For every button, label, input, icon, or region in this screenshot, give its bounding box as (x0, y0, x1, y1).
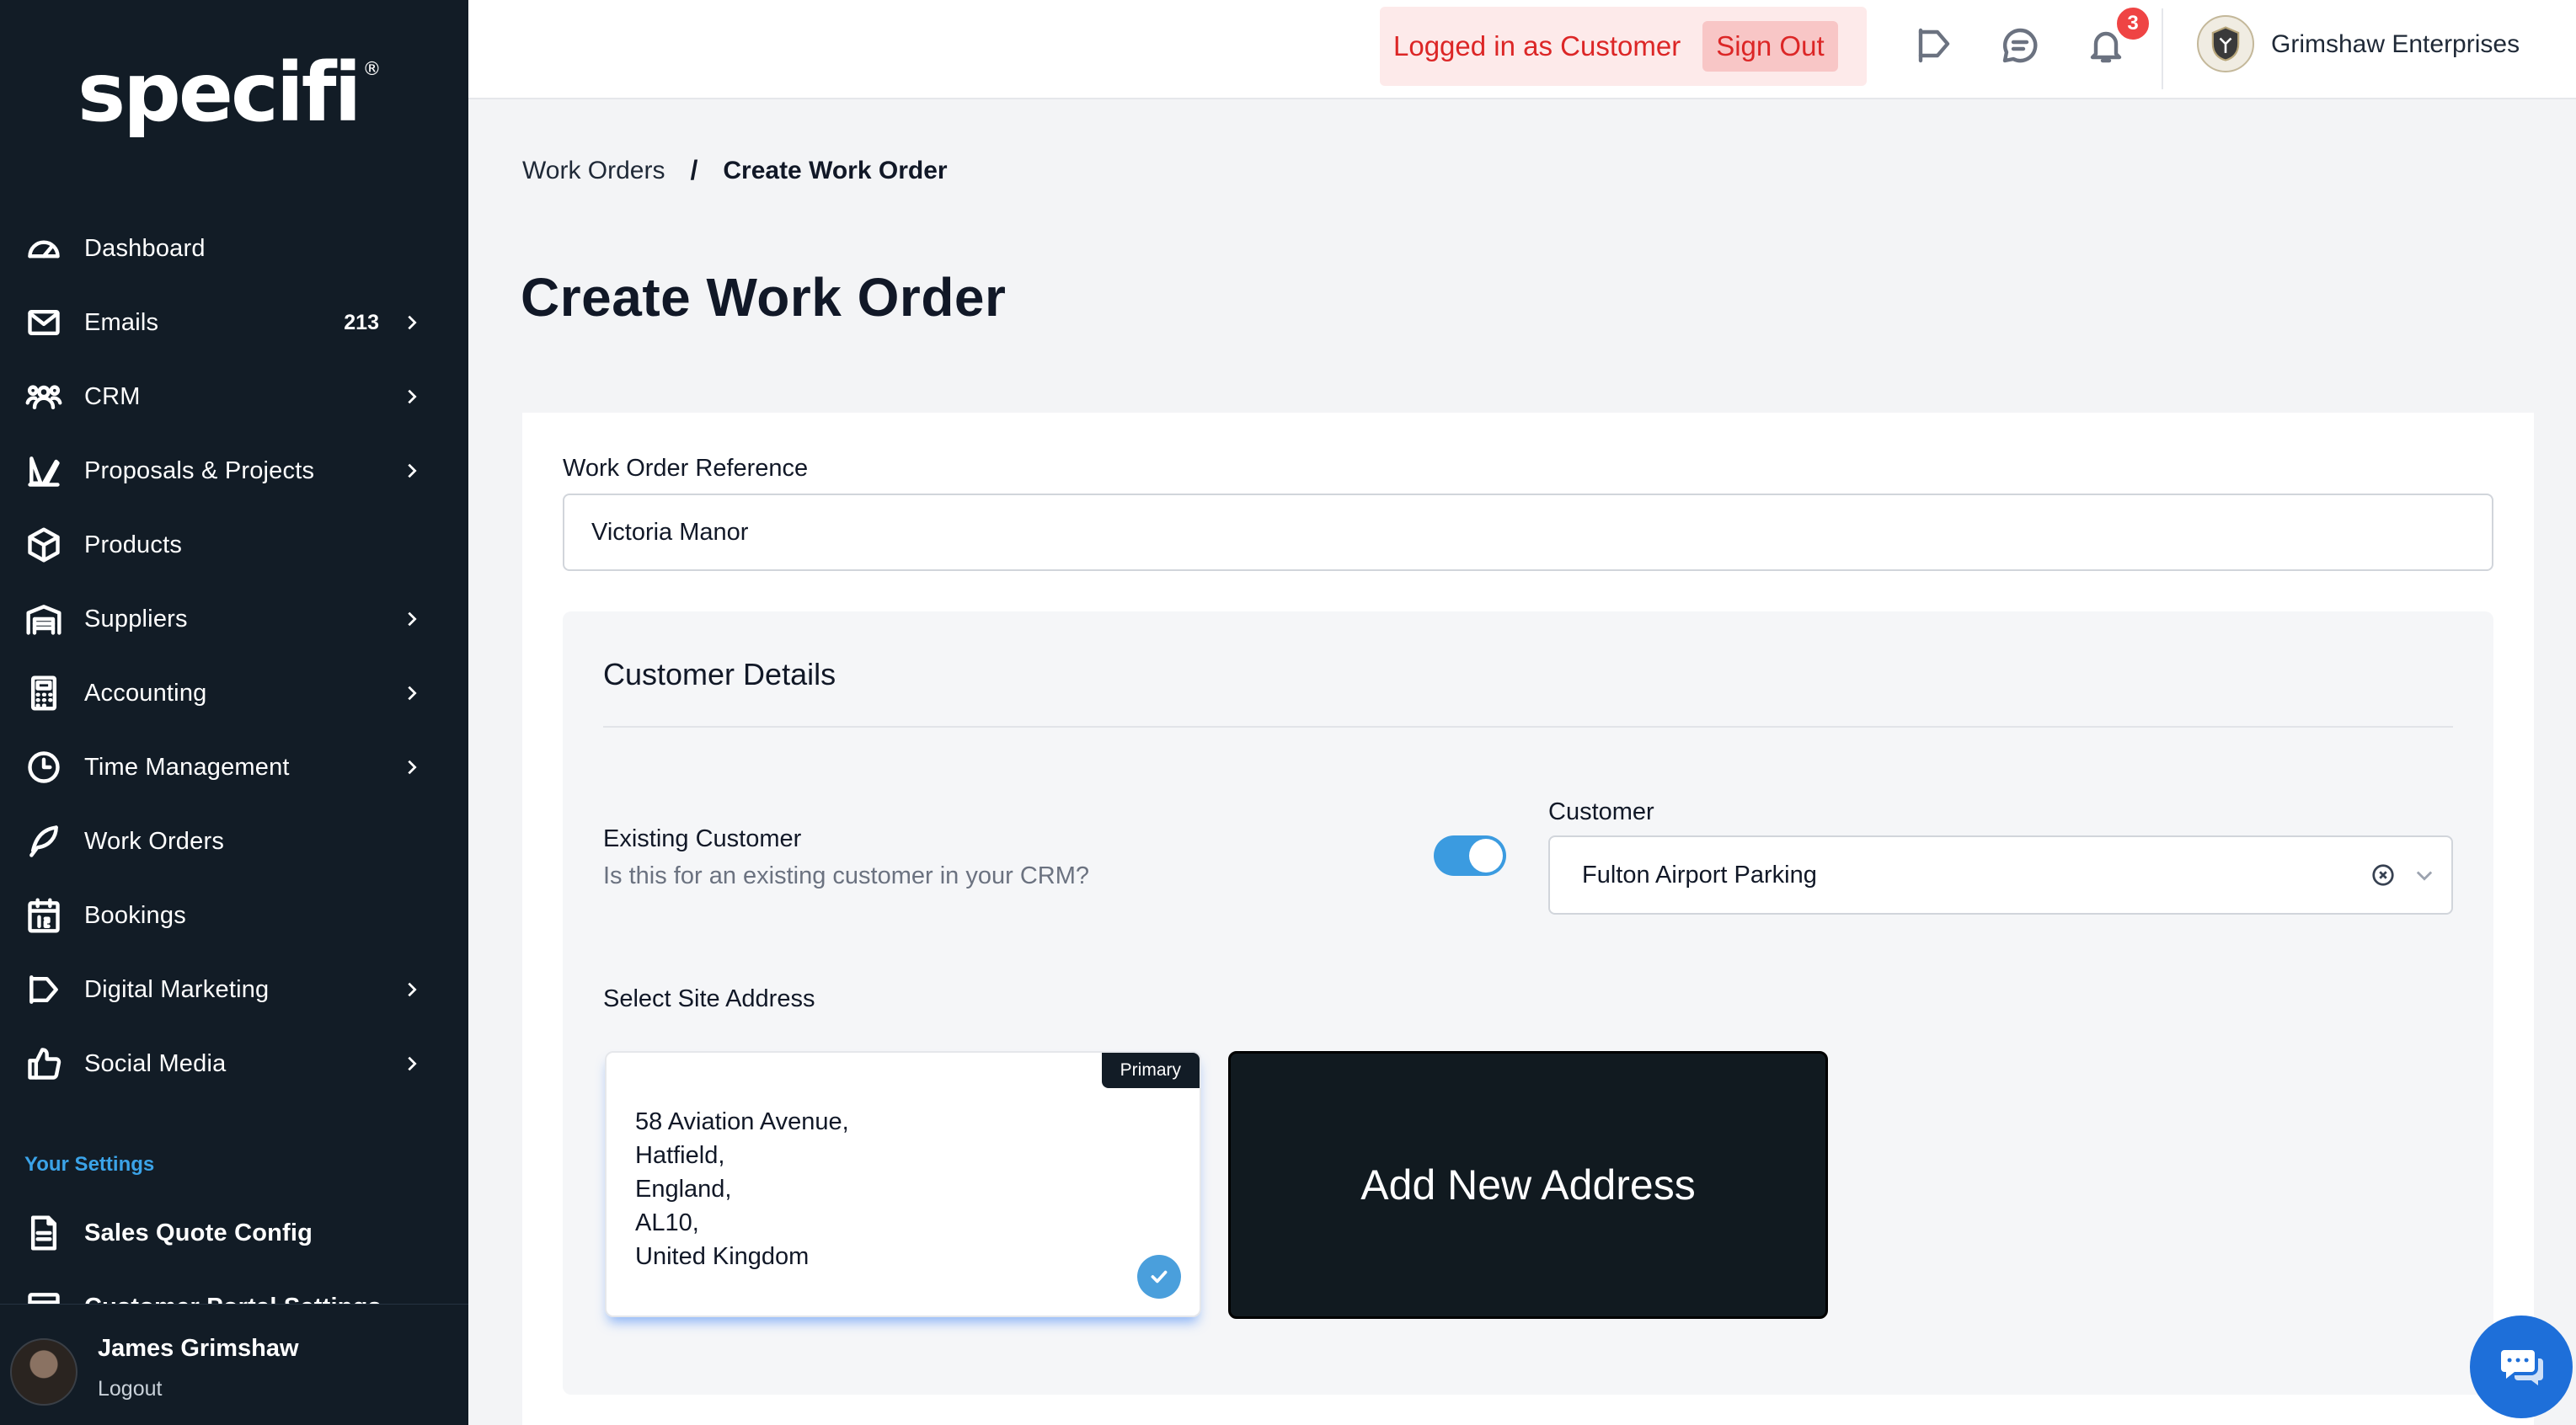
company-name[interactable]: Grimshaw Enterprises (2271, 30, 2520, 59)
breadcrumb: Work Orders / Create Work Order (522, 155, 948, 186)
warehouse-icon (25, 600, 62, 638)
address-line: 58 Aviation Avenue, (635, 1108, 849, 1135)
section-divider (603, 726, 2453, 728)
login-status-text: Logged in as Customer (1393, 30, 1681, 61)
dashboard-gauge-icon (25, 230, 62, 267)
chat-icon (2501, 1350, 2543, 1385)
sidebar-item-label: Suppliers (84, 605, 188, 632)
clear-selection-icon[interactable] (2370, 862, 2396, 888)
page-title: Create Work Order (521, 267, 1007, 328)
sidebar-item-digital-marketing[interactable]: Digital Marketing (0, 953, 468, 1027)
sidebar-item-dashboard[interactable]: Dashboard (0, 211, 468, 286)
address-line: England, (635, 1176, 732, 1203)
settings-heading: Your Settings (24, 1153, 155, 1176)
sidebar-item-label: Proposals & Projects (84, 456, 315, 484)
document-icon (25, 1214, 62, 1252)
customer-select[interactable]: Fulton Airport Parking (1548, 835, 2453, 915)
login-status-banner: Logged in as Customer Sign Out (1380, 7, 1867, 86)
address-line: United Kingdom (635, 1243, 810, 1270)
chevron-down-icon[interactable] (2413, 863, 2436, 887)
sidebar-item-label: Accounting (84, 679, 207, 707)
sidebar: specifi ® Dashboard Emails 213 CRM Propo… (0, 0, 468, 1425)
thumbs-up-icon (25, 1045, 62, 1082)
existing-customer-toggle[interactable] (1434, 835, 1506, 876)
address-lines: 58 Aviation Avenue, Hatfield, England, A… (635, 1105, 849, 1273)
sidebar-item-social-media[interactable]: Social Media (0, 1027, 468, 1101)
sidebar-item-label: Bookings (84, 901, 186, 929)
brand-logo-text: specifi (77, 45, 361, 140)
sidebar-item-accounting[interactable]: Accounting (0, 656, 468, 730)
sidebar-item-label: Time Management (84, 753, 290, 781)
users-icon (25, 378, 62, 415)
breadcrumb-current: Create Work Order (723, 156, 948, 184)
chevron-right-icon (403, 387, 421, 406)
sidebar-item-label: Sales Quote Config (84, 1219, 313, 1246)
sidebar-item-products[interactable]: Products (0, 508, 468, 582)
work-order-reference-label: Work Order Reference (563, 455, 809, 482)
existing-customer-label: Existing Customer (603, 825, 802, 852)
sidebar-nav: Dashboard Emails 213 CRM Proposals & Pro… (0, 211, 468, 1101)
calendar-icon (25, 897, 62, 934)
sidebar-item-label: Social Media (84, 1049, 227, 1077)
address-line: AL10, (635, 1209, 699, 1236)
sidebar-item-bookings[interactable]: Bookings (0, 878, 468, 953)
sidebar-item-label: Dashboard (84, 234, 206, 262)
sidebar-item-sales-quote-config[interactable]: Sales Quote Config (25, 1196, 446, 1270)
box-icon (25, 526, 62, 563)
feather-icon (25, 823, 62, 860)
breadcrumb-separator: / (690, 155, 698, 185)
selected-check-icon (1137, 1255, 1181, 1299)
existing-customer-help-text: Is this for an existing customer in your… (603, 862, 1089, 889)
chevron-right-icon (403, 462, 421, 480)
clock-icon (25, 749, 62, 786)
sidebar-item-time-management[interactable]: Time Management (0, 730, 468, 804)
announcement-flag-icon[interactable] (1914, 25, 1954, 66)
work-order-reference-input[interactable] (563, 494, 2493, 571)
chevron-right-icon (403, 610, 421, 628)
sidebar-item-label: CRM (84, 382, 141, 410)
primary-tag: Primary (1101, 1053, 1200, 1088)
megaphone-icon (25, 971, 62, 1008)
email-count-badge: 213 (344, 310, 379, 334)
chevron-right-icon (403, 758, 421, 777)
chat-bubble-icon[interactable] (2000, 25, 2040, 66)
live-chat-button[interactable] (2470, 1316, 2573, 1418)
avatar[interactable] (10, 1338, 77, 1406)
top-bar-divider (2162, 8, 2163, 89)
sidebar-item-label: Digital Marketing (84, 975, 270, 1003)
chevron-right-icon (403, 980, 421, 999)
sidebar-item-label: Products (84, 531, 183, 558)
sidebar-item-suppliers[interactable]: Suppliers (0, 582, 468, 656)
top-bar: Logged in as Customer Sign Out 3 Grimsha… (468, 0, 2576, 99)
breadcrumb-work-orders[interactable]: Work Orders (522, 157, 665, 185)
sidebar-item-label: Work Orders (84, 827, 225, 855)
brand-registered-mark: ® (362, 59, 382, 80)
calculator-icon (25, 675, 62, 712)
site-address-label: Select Site Address (603, 985, 815, 1012)
sidebar-item-emails[interactable]: Emails 213 (0, 286, 468, 360)
logout-link[interactable]: Logout (98, 1377, 162, 1401)
sidebar-item-crm[interactable]: CRM (0, 360, 468, 434)
user-name: James Grimshaw (98, 1335, 299, 1362)
customer-label: Customer (1548, 798, 1654, 825)
sign-out-button[interactable]: Sign Out (1702, 21, 1838, 72)
customer-details-title: Customer Details (603, 657, 836, 691)
sidebar-item-proposals-projects[interactable]: Proposals & Projects (0, 434, 468, 508)
site-address-card-primary[interactable]: Primary 58 Aviation Avenue, Hatfield, En… (605, 1051, 1201, 1317)
address-line: Hatfield, (635, 1142, 725, 1169)
chevron-right-icon (403, 684, 421, 702)
chevron-right-icon (403, 1054, 421, 1073)
sidebar-item-label: Emails (84, 308, 159, 336)
customer-select-value: Fulton Airport Parking (1582, 861, 1817, 889)
envelope-icon (25, 304, 62, 341)
sidebar-user-panel: James Grimshaw Logout (0, 1304, 468, 1425)
brand-logo[interactable]: specifi ® (77, 52, 381, 133)
design-tools-icon (25, 452, 62, 489)
toggle-knob (1469, 839, 1503, 873)
sidebar-item-work-orders[interactable]: Work Orders (0, 804, 468, 878)
add-new-address-button[interactable]: Add New Address (1228, 1051, 1828, 1319)
chevron-right-icon (403, 313, 421, 332)
company-crest-icon[interactable] (2197, 15, 2254, 72)
notification-count-badge: 3 (2114, 5, 2151, 42)
